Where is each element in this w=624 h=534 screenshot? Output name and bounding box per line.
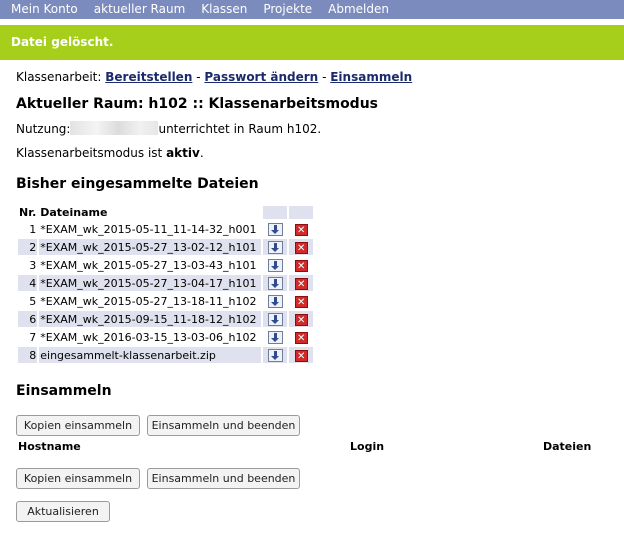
- mode-value: aktiv: [166, 146, 200, 160]
- delete-icon[interactable]: ✕: [294, 295, 308, 308]
- nav-abmelden[interactable]: Abmelden: [328, 0, 389, 19]
- collected-heading: Bisher eingesammelte Dateien: [16, 176, 259, 192]
- delete-icon[interactable]: ✕: [294, 241, 308, 254]
- delete-cell: ✕: [289, 293, 313, 309]
- delete-icon[interactable]: ✕: [294, 259, 308, 272]
- table-row: 6 *EXAM_wk_2015-09-15_11-18-12_h102 ✕: [18, 311, 314, 327]
- download-icon[interactable]: [267, 312, 283, 326]
- download-icon[interactable]: [267, 276, 283, 290]
- download-cell: [263, 293, 287, 309]
- col-hostname: Hostname: [18, 440, 81, 453]
- file-name: *EXAM_wk_2015-05-27_13-04-17_h101: [39, 275, 262, 291]
- table-row: 1 *EXAM_wk_2015-05-11_11-14-32_h001 ✕: [18, 221, 313, 237]
- download-cell: [263, 347, 288, 363]
- file-nr: 6: [18, 311, 38, 327]
- table-row: 5 *EXAM_wk_2015-05-27_13-18-11_h102 ✕: [18, 293, 313, 309]
- delete-cell: ✕: [289, 347, 314, 363]
- file-name: eingesammelt-klassenarbeit.zip: [39, 347, 262, 363]
- delete-icon[interactable]: ✕: [294, 277, 308, 290]
- file-nr: 8: [18, 347, 38, 363]
- file-nr: 2: [18, 239, 38, 255]
- delete-cell: ✕: [289, 311, 314, 327]
- delete-cell: ✕: [289, 221, 313, 237]
- file-name: *EXAM_wk_2015-05-27_13-02-12_h101: [39, 239, 262, 255]
- file-name: *EXAM_wk_2015-05-27_13-03-43_h101: [40, 258, 257, 272]
- table-header-row: Nr. Dateiname: [18, 206, 314, 219]
- file-name: *EXAM_wk_2015-09-15_11-18-12_h102: [39, 311, 262, 327]
- exam-actions: Klassenarbeit: Bereitstellen - Passwort …: [16, 70, 412, 84]
- download-cell: [263, 221, 287, 237]
- collect-and-end-button[interactable]: Einsammeln und beenden: [147, 415, 300, 436]
- collect-heading: Einsammeln: [16, 383, 112, 399]
- link-passwort-aendern[interactable]: Passwort ändern: [204, 70, 318, 84]
- delete-icon[interactable]: ✕: [294, 331, 308, 344]
- col-download: [263, 206, 288, 219]
- download-cell: [263, 275, 288, 291]
- download-cell: [263, 329, 287, 345]
- delete-cell: ✕: [289, 239, 314, 255]
- top-nav: Mein Konto aktueller Raum Klassen Projek…: [0, 0, 624, 19]
- col-delete: [289, 206, 314, 219]
- room-title: Aktueller Raum: h102 :: Klassenarbeitsmo…: [16, 96, 379, 112]
- delete-icon[interactable]: ✕: [294, 313, 308, 326]
- delete-cell: ✕: [289, 329, 313, 345]
- file-nr: 3: [29, 258, 37, 272]
- nav-klassen[interactable]: Klassen: [201, 0, 247, 19]
- col-nr: Nr.: [19, 206, 37, 219]
- table-row: 8 eingesammelt-klassenarbeit.zip ✕: [18, 347, 314, 363]
- file-name: *EXAM_wk_2015-05-27_13-18-11_h102: [40, 294, 257, 308]
- mode-line: Klassenarbeitsmodus ist aktiv.: [16, 146, 204, 160]
- delete-cell: ✕: [289, 275, 314, 291]
- nav-aktueller-raum[interactable]: aktueller Raum: [94, 0, 186, 19]
- file-nr: 5: [29, 294, 37, 308]
- nav-projekte[interactable]: Projekte: [263, 0, 312, 19]
- download-icon[interactable]: [267, 348, 283, 362]
- download-icon[interactable]: [267, 240, 283, 254]
- table-row: 3 *EXAM_wk_2015-05-27_13-03-43_h101 ✕: [18, 257, 313, 273]
- col-dateien: Dateien: [543, 440, 592, 453]
- collect-copies-button[interactable]: Kopien einsammeln: [16, 415, 140, 436]
- success-banner: Datei gelöscht.: [0, 25, 624, 60]
- mode-suffix: .: [199, 146, 204, 160]
- download-icon[interactable]: [267, 294, 283, 308]
- col-dateiname: Dateiname: [40, 206, 108, 219]
- files-body: 1 *EXAM_wk_2015-05-11_11-14-32_h001 ✕ 2 *EXA…: [18, 221, 314, 363]
- separator: -: [196, 70, 201, 84]
- table-row: 7 *EXAM_wk_2016-03-15_13-03-06_h102 ✕: [18, 329, 313, 345]
- delete-cell: ✕: [289, 257, 313, 273]
- download-cell: [263, 311, 288, 327]
- download-icon[interactable]: [267, 258, 283, 272]
- download-cell: [263, 239, 288, 255]
- table-row: 4 *EXAM_wk_2015-05-27_13-04-17_h101 ✕: [18, 275, 314, 291]
- collected-files-table: Nr. Dateiname 1 *EXAM_wk_2015-05-11_11-14…: [16, 204, 315, 365]
- nav-mein-konto[interactable]: Mein Konto: [11, 0, 78, 19]
- file-name: *EXAM_wk_2015-05-11_11-14-32_h001: [40, 222, 257, 236]
- mode-prefix: Klassenarbeitsmodus ist: [16, 146, 163, 160]
- actions-prefix: Klassenarbeit:: [16, 70, 102, 84]
- download-icon[interactable]: [267, 330, 283, 344]
- redacted-teacher-name: [70, 121, 159, 135]
- file-name: *EXAM_wk_2016-03-15_13-03-06_h102: [40, 330, 257, 344]
- download-cell: [263, 257, 287, 273]
- file-nr: 7: [29, 330, 37, 344]
- collect-copies-button-bottom[interactable]: Kopien einsammeln: [16, 468, 140, 489]
- delete-icon[interactable]: ✕: [294, 223, 308, 236]
- table-row: 2 *EXAM_wk_2015-05-27_13-02-12_h101 ✕: [18, 239, 314, 255]
- delete-icon[interactable]: ✕: [294, 349, 308, 362]
- usage-prefix: Nutzung:: [16, 122, 71, 136]
- usage-suffix: unterrichtet in Raum h102.: [158, 122, 322, 136]
- link-einsammeln[interactable]: Einsammeln: [330, 70, 412, 84]
- link-bereitstellen[interactable]: Bereitstellen: [105, 70, 192, 84]
- col-login: Login: [350, 440, 385, 453]
- collect-and-end-button-bottom[interactable]: Einsammeln und beenden: [147, 468, 300, 489]
- download-icon[interactable]: [267, 222, 283, 236]
- refresh-button[interactable]: Aktualisieren: [16, 501, 110, 522]
- separator: -: [322, 70, 327, 84]
- file-nr: 1: [29, 222, 37, 236]
- file-nr: 4: [18, 275, 38, 291]
- usage-line: Nutzung: unterrichtet in Raum h102.: [16, 121, 321, 136]
